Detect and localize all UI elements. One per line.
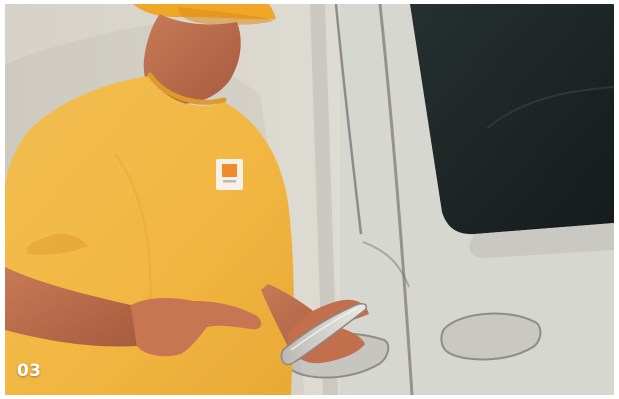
photo-illustration: [5, 4, 614, 395]
image-index-number: 03: [17, 361, 42, 381]
shirt-logo-line: [223, 180, 236, 183]
shirt-logo-square: [222, 164, 237, 177]
van-window: [410, 4, 614, 235]
photo: 03: [5, 4, 614, 395]
image-frame: 03: [0, 0, 619, 399]
